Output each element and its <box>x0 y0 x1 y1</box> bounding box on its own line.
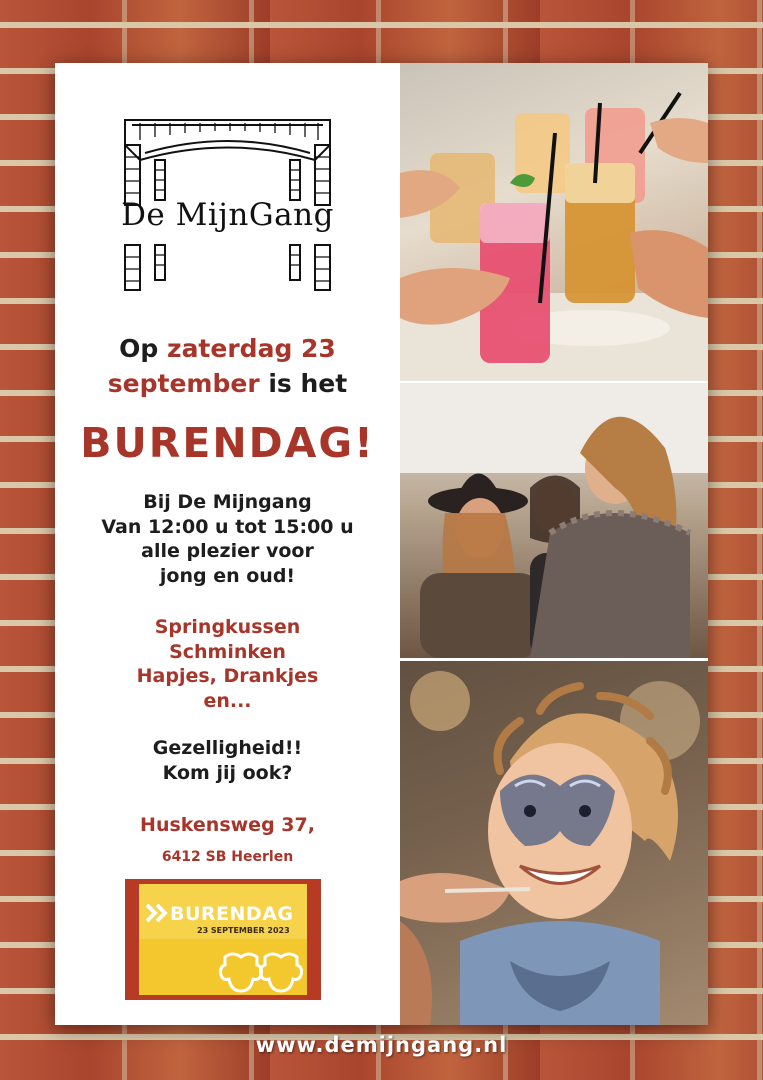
closing-text: Gezelligheid!! Kom jij ook? <box>55 736 400 785</box>
activity-item: Springkussen <box>154 616 301 638</box>
detail-line: alle plezier voor <box>141 540 314 562</box>
child-illustration <box>400 661 708 1025</box>
closing-line: Kom jij ook? <box>162 761 293 784</box>
page: { "logo": { "name": "De MijnGang" }, "he… <box>0 0 763 1080</box>
child-face-paint-photo <box>400 661 708 1025</box>
logo-wordmark: De MijnGang <box>121 197 334 233</box>
address-city: 6412 SB Heerlen <box>161 849 294 865</box>
drinks-toast-photo <box>400 63 708 381</box>
event-date-headline: Op zaterdag 23 september is het <box>55 331 400 401</box>
detail-line: Van 12:00 u tot 15:00 u <box>101 515 354 538</box>
poster-text-column: De MijnGang Op zaterdag 23 september is … <box>55 63 400 1025</box>
mijngang-logo: De MijnGang <box>100 115 355 295</box>
activity-item: Hapjes, Drankjes <box>136 665 319 687</box>
friends-illustration <box>400 383 708 658</box>
website-link[interactable]: www.demijngang.nl <box>0 1033 763 1057</box>
burendag-badge: BURENDAG 23 SEPTEMBER 2023 <box>125 879 321 1000</box>
event-title: BURENDAG! <box>80 419 375 467</box>
address-street: Huskensweg 37, <box>140 814 315 836</box>
badge-title: BURENDAG <box>170 903 294 925</box>
poster: De MijnGang Op zaterdag 23 september is … <box>55 63 708 1025</box>
friends-laughing-photo <box>400 383 708 658</box>
headline-month: september <box>107 369 260 398</box>
burendag-badge-graphic <box>125 879 321 1000</box>
headline-op: Op <box>119 334 168 363</box>
activity-item: Schminken <box>169 640 286 663</box>
drinks-illustration <box>400 91 708 381</box>
badge-date: 23 SEPTEMBER 2023 <box>197 926 290 935</box>
detail-line: Bij De Mijngang <box>143 491 312 513</box>
headline-date: zaterdag 23 <box>167 334 336 363</box>
closing-line: Gezelligheid!! <box>152 737 303 759</box>
activities-list: Springkussen Schminken Hapjes, Drankjes … <box>55 615 400 713</box>
activity-item: en... <box>203 689 252 712</box>
detail-line: jong en oud! <box>159 564 296 587</box>
event-details: Bij De Mijngang Van 12:00 u tot 15:00 u … <box>55 490 400 588</box>
headline-is-het: is het <box>259 369 348 398</box>
